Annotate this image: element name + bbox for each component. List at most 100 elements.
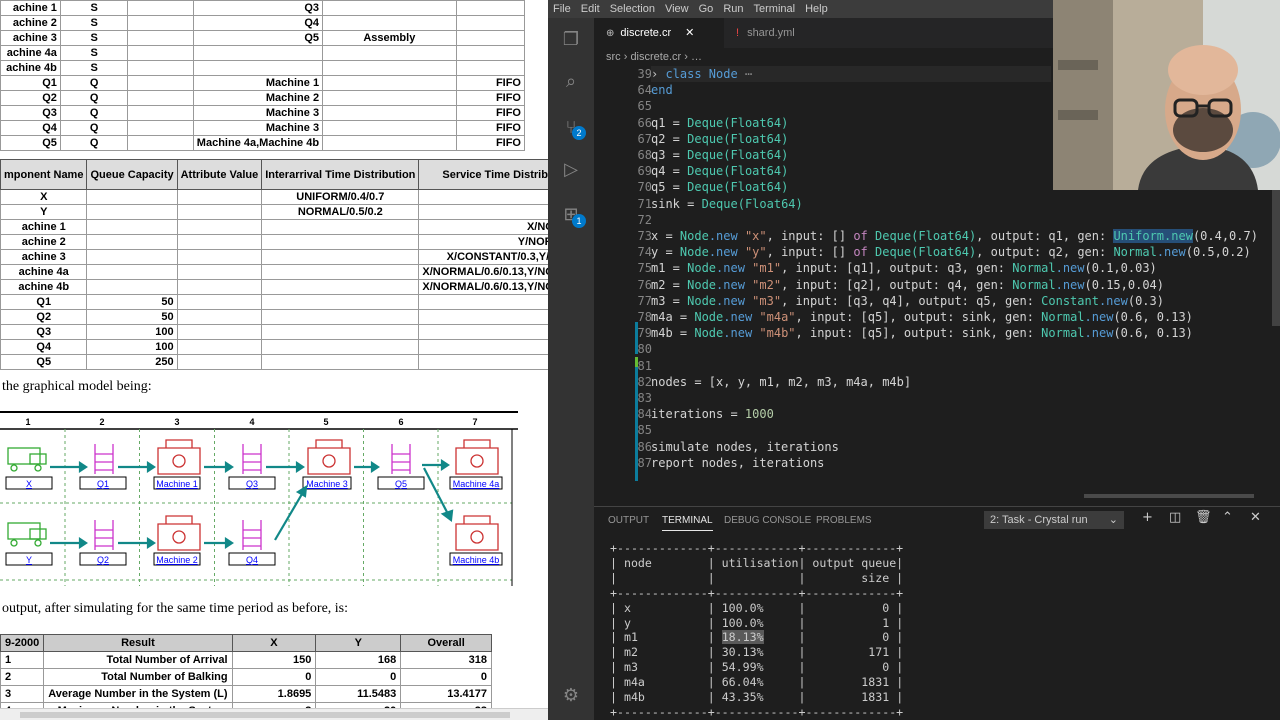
table-cell: X/NORMAL/0.6/0.13,Y/NORMAL/0 (418, 264, 548, 280)
table-cell (261, 309, 420, 325)
table-cell (455, 0, 526, 16)
line-number: 68 (637, 148, 652, 162)
panel-tab-debug-console[interactable]: DEBUG CONSOLE (724, 511, 811, 531)
line-number: 86 (637, 439, 652, 454)
table-cell (455, 45, 526, 61)
line-number: 81 (637, 358, 652, 373)
table-cell (127, 15, 194, 31)
line-number: 71 (637, 196, 652, 211)
table-cell: 2 (0, 668, 45, 686)
table-cell: S (59, 60, 129, 76)
tab-discrete-cr[interactable]: ⊕ discrete.cr ✕ (594, 18, 724, 48)
table-cell: Q1 (0, 75, 61, 91)
table-cell: achine 4b (0, 279, 88, 295)
table-row: achine 3 S Q5 Assembly (0, 30, 526, 46)
svg-text:Machine 4b: Machine 4b (453, 555, 500, 565)
table-cell (86, 234, 178, 250)
diagram-column-number: 7 (472, 417, 477, 427)
table-cell: 50 (86, 309, 178, 325)
terminal-header: | node | utilisation| output queue| (610, 555, 904, 570)
table-cell: Machine 4a,Machine 4b (192, 135, 324, 151)
table-cell (322, 15, 457, 31)
menu-terminal[interactable]: Terminal (749, 0, 801, 15)
table-cell (261, 279, 420, 295)
table-cell: 0 (231, 668, 317, 686)
table-cell: Q4 (0, 339, 88, 355)
table-cell: Q5 (0, 354, 88, 370)
line-number: 67 (637, 131, 652, 146)
table-cell: Q (59, 75, 129, 91)
terminal-output[interactable]: +-------------+------------+------------… (610, 541, 903, 720)
menu-view[interactable]: View (660, 0, 694, 15)
line-number: 82 (637, 374, 652, 389)
panel-tab-output[interactable]: OUTPUT (608, 511, 649, 531)
run-debug-icon[interactable]: ▷ (559, 158, 583, 182)
table-cell: Machine 1 (192, 75, 324, 91)
settings-gear-icon[interactable]: ⚙ (559, 684, 583, 708)
table-cell: 150 (231, 651, 317, 669)
split-terminal-icon[interactable]: ◫ (1169, 510, 1181, 525)
trash-icon[interactable]: 🗑 (1195, 510, 1212, 525)
queue-q2-icon (94, 520, 114, 550)
code-line: sink = Deque(Float64) (651, 196, 803, 211)
table-cell: 1.8695 (231, 685, 317, 703)
code-line: q3 = Deque(Float64) (651, 148, 789, 162)
table-header-row: 9-2000 Result X Y Overall (0, 634, 492, 652)
table-header-row: mponent Name Queue Capacity Attribute Valu… (0, 159, 548, 190)
terminal-select[interactable]: 2: Task - Crystal run ⌄ (984, 511, 1124, 529)
table-cell (86, 264, 178, 280)
table-cell: Y/NORMAL/0.1 (418, 234, 548, 250)
panel-tab-problems[interactable]: PROBLEMS (816, 511, 872, 531)
table-cell: achine 1 (0, 219, 88, 235)
table-row: X UNIFORM/0.4/0.7 (0, 189, 548, 205)
tab-shard-yml[interactable]: ! shard.yml (724, 18, 844, 48)
svg-text:Machine 1: Machine 1 (156, 479, 198, 489)
code-line: q2 = Deque(Float64) (651, 131, 789, 146)
component-table: achine 1 S Q3 achine 2 S Q4 achine 3 S Q5 Assembl… (0, 0, 526, 151)
diagram-column-number: 5 (323, 417, 328, 427)
table-row: Q4 Q Machine 3 FIFO (0, 120, 526, 136)
machine-2-icon (157, 515, 201, 551)
table-cell: achine 3 (0, 249, 88, 265)
code-line: q4 = Deque(Float64) (651, 164, 789, 179)
menu-help[interactable]: Help (800, 0, 833, 15)
code-line: m4a = Node.new "m4a", input: [q5], outpu… (651, 310, 1193, 324)
table-row: Q1 Q Machine 1 FIFO (0, 75, 526, 91)
terminal-row: | x | 100.0% | 0 | (610, 600, 904, 615)
table-row: achine 4b S (0, 60, 526, 76)
table-cell (127, 30, 194, 46)
table-row: achine 3 X/CONSTANT/0.3,Y/CONSTA (0, 249, 548, 265)
svg-text:Q2: Q2 (97, 555, 109, 565)
table-row: Q3 Q Machine 3 FIFO (0, 105, 526, 121)
line-number: 79 (637, 326, 652, 341)
table-cell (176, 264, 263, 280)
line-number: 78 (637, 310, 652, 324)
explorer-icon[interactable]: ❐ (559, 28, 583, 52)
table-cell (322, 60, 457, 76)
menu-run[interactable]: Run (718, 0, 748, 15)
column-header: mponent Name (0, 159, 88, 190)
table-cell: 0 (400, 668, 492, 686)
table-cell: Total Number of Balking (43, 668, 233, 686)
table-cell: Q3 (192, 0, 324, 16)
line-number: 74 (637, 245, 652, 260)
table-cell (322, 75, 457, 91)
close-panel-icon[interactable]: ✕ (1250, 510, 1261, 525)
code-line: iterations = 1000 (651, 407, 774, 422)
table-row: achine 4b X/NORMAL/0.6/0.13,Y/NORMAL/0 (0, 279, 548, 295)
panel-tab-terminal[interactable]: TERMINAL (662, 511, 713, 531)
menu-go[interactable]: Go (694, 0, 719, 15)
search-icon[interactable]: ⌕ (559, 70, 583, 94)
new-terminal-icon[interactable]: + (1142, 510, 1153, 525)
horizontal-scrollbar[interactable] (0, 708, 548, 720)
table-cell: FIFO (455, 135, 526, 151)
menu-file[interactable]: File (548, 0, 576, 15)
menu-edit[interactable]: Edit (576, 0, 605, 15)
maximize-panel-icon[interactable]: ⌃ (1222, 510, 1233, 525)
queue-q4-icon (242, 520, 262, 550)
column-header: Result (43, 634, 233, 652)
table-row: achine 2 Y/NORMAL/0.1 (0, 234, 548, 250)
menu-selection[interactable]: Selection (605, 0, 660, 15)
table-row: Y NORMAL/0.5/0.2 (0, 204, 548, 220)
table-cell: 13.4177 (400, 685, 492, 703)
